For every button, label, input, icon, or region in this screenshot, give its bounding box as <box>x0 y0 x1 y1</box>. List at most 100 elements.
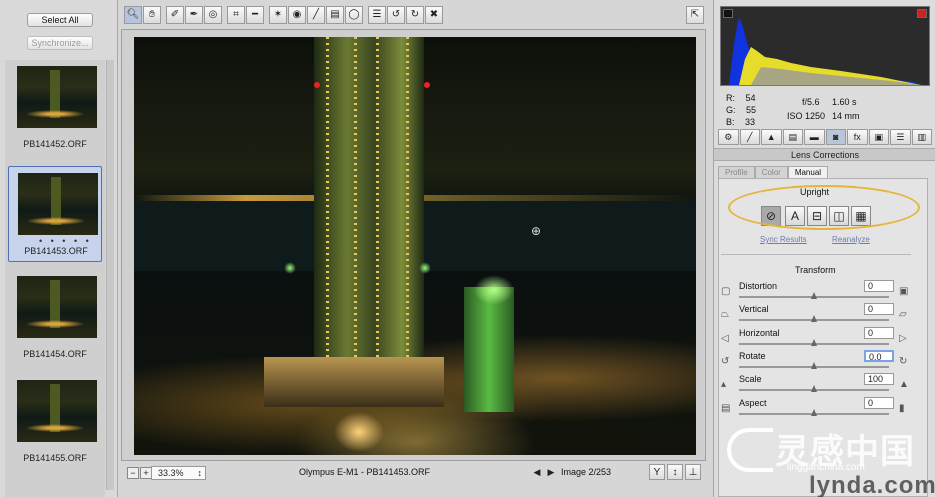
tab-snapshots-icon[interactable]: ▥ <box>911 129 932 145</box>
radial-filter-icon[interactable]: ◯ <box>345 6 363 24</box>
thumbnail-filename: PB141452.ORF <box>23 139 87 149</box>
aperture-value: f/5.6 <box>802 97 820 107</box>
watermark-logo-icon <box>727 428 773 472</box>
zoom-out-button[interactable]: − <box>127 467 139 479</box>
next-image-icon[interactable]: ▶ <box>545 467 557 479</box>
zoom-level-select[interactable]: 33.3% ↕ <box>151 466 206 480</box>
filmstrip-scrollbar[interactable] <box>106 60 114 490</box>
tab-hsl-icon[interactable]: ▤ <box>782 129 803 145</box>
tab-detail-icon[interactable]: ▲ <box>761 129 782 145</box>
filmstrip-item[interactable]: PB141454.ORF <box>8 270 102 366</box>
tab-presets-icon[interactable]: ☰ <box>890 129 911 145</box>
slider-label: Horizontal <box>739 328 780 338</box>
graduated-filter-icon[interactable]: ▤ <box>326 6 344 24</box>
filmstrip-list[interactable]: PB141452.ORF • • • • • PB141453.ORF PB14… <box>5 60 105 497</box>
slider-value-input[interactable]: 0 <box>864 397 894 409</box>
image-preview-area[interactable]: ⊕ <box>121 29 706 461</box>
slider-label: Aspect <box>739 398 767 408</box>
subtab-profile[interactable]: Profile <box>718 166 755 178</box>
camera-raw-window: Select All Synchronize... PB141452.ORF •… <box>0 0 935 497</box>
aspect-left-icon: ▤ <box>721 403 731 414</box>
slider-vertical[interactable]: ⏢ Vertical 0 ⏥ <box>721 303 914 328</box>
highlight-clipping-toggle[interactable] <box>917 9 927 18</box>
thumbnail-image <box>17 276 97 338</box>
thumbnail-filename: PB141453.ORF <box>24 246 88 256</box>
filmstrip-panel: Select All Synchronize... PB141452.ORF •… <box>0 0 118 497</box>
fullscreen-icon[interactable]: ⇱ <box>686 6 704 24</box>
rating-dots[interactable]: • • • • • <box>39 236 92 246</box>
slider-value-input[interactable]: 0.0 <box>864 350 894 362</box>
tab-camera-calibration-icon[interactable]: ▣ <box>868 129 889 145</box>
lens-subtabs: Profile Color Manual <box>718 166 829 178</box>
tab-split-toning-icon[interactable]: ▬ <box>804 129 825 145</box>
slider-value-input[interactable]: 100 <box>864 373 894 385</box>
slider-rotate[interactable]: ↺ Rotate 0.0 ↻ <box>721 350 914 375</box>
iso-value: ISO 1250 <box>787 111 826 121</box>
tab-lens-corrections-icon[interactable]: ◙ <box>825 129 846 145</box>
photo-preview[interactable]: ⊕ <box>134 37 696 455</box>
select-all-button[interactable]: Select All <box>27 13 93 27</box>
adjustments-panel: R: 54 G: 55 B: 33 f/5.6 1.60 s ISO 1250 … <box>713 0 935 497</box>
adjustment-brush-icon[interactable]: ╱ <box>307 6 325 24</box>
target-adjust-icon[interactable]: ◎ <box>204 6 222 24</box>
filter-icon[interactable]: Y <box>649 464 665 480</box>
horizontal-left-icon: ◁ <box>721 333 729 344</box>
aspect-right-icon: ▮ <box>899 403 905 414</box>
status-bar: − + 33.3% ↕ Olympus E-M1 - PB141453.ORF ◀… <box>121 463 706 483</box>
reanalyze-link[interactable]: Reanalyze <box>832 235 870 244</box>
thumbnail-filename: PB141455.ORF <box>23 453 87 463</box>
thumbnail-image <box>17 66 97 128</box>
sync-results-link[interactable]: Sync Results <box>760 235 807 244</box>
slider-label: Scale <box>739 374 762 384</box>
filmstrip-item-selected[interactable]: • • • • • PB141453.ORF <box>8 166 102 262</box>
color-sampler-icon[interactable]: ✒ <box>185 6 203 24</box>
tab-tone-curve-icon[interactable]: ╱ <box>739 129 760 145</box>
previous-image-icon[interactable]: ◀ <box>531 467 543 479</box>
rotate-right-icon: ↻ <box>899 356 908 367</box>
shadow-clipping-toggle[interactable] <box>723 9 733 18</box>
rotate-right-icon[interactable]: ↻ <box>406 6 424 24</box>
highlight-annotation <box>728 185 920 230</box>
image-counter: Image 2/253 <box>561 467 612 477</box>
slider-value-input[interactable]: 0 <box>864 327 894 339</box>
panel-title: Lens Corrections <box>714 148 935 161</box>
subtab-manual[interactable]: Manual <box>787 166 829 178</box>
scale-left-icon: ▴ <box>721 379 727 390</box>
trash-icon[interactable]: ✖ <box>425 6 443 24</box>
preferences-icon[interactable]: ☰ <box>368 6 386 24</box>
watermark-brand: lynda.com <box>809 472 935 497</box>
histogram <box>720 6 930 86</box>
hand-icon[interactable]: ✋︎ <box>143 6 161 24</box>
tower-building <box>314 37 424 357</box>
white-balance-icon[interactable]: ✐ <box>166 6 184 24</box>
thumbnail-image <box>17 380 97 442</box>
crop-icon[interactable]: ⌗ <box>227 6 245 24</box>
before-after-icon[interactable]: ⊥ <box>685 464 701 480</box>
filmstrip-item[interactable]: PB141452.ORF <box>8 60 102 156</box>
zoom-value: 33.3% <box>158 468 184 478</box>
filmstrip-item[interactable]: PB141455.ORF <box>8 374 102 470</box>
slider-aspect[interactable]: ▤ Aspect 0 ▮ <box>721 397 914 422</box>
shutter-value: 1.60 s <box>832 97 857 107</box>
red-eye-icon[interactable]: ◉ <box>288 6 306 24</box>
tab-basic-icon[interactable]: ⚙ <box>718 129 739 145</box>
vertical-left-icon: ⏢ <box>721 309 729 320</box>
slider-value-input[interactable]: 0 <box>864 303 894 315</box>
slider-horizontal[interactable]: ◁ Horizontal 0 ▷ <box>721 327 914 352</box>
zoom-icon[interactable]: 🔍︎ <box>124 6 142 24</box>
slider-scale[interactable]: ▴ Scale 100 ▲ <box>721 373 914 398</box>
rotate-left-icon: ↺ <box>721 356 730 367</box>
spot-removal-icon[interactable]: ✶ <box>269 6 287 24</box>
rgb-readout: R: 54 G: 55 B: 33 <box>726 93 757 127</box>
histogram-graph <box>729 17 921 85</box>
slider-value-input[interactable]: 0 <box>864 280 894 292</box>
straighten-icon[interactable]: ━ <box>246 6 264 24</box>
synchronize-button[interactable]: Synchronize... <box>27 36 93 50</box>
rotate-left-icon[interactable]: ↺ <box>387 6 405 24</box>
subtab-color[interactable]: Color <box>754 166 788 178</box>
toggle-mark-icon[interactable]: ↕ <box>667 464 683 480</box>
slider-label: Distortion <box>739 281 778 291</box>
thumbnail-filename: PB141454.ORF <box>23 349 87 359</box>
tab-effects-icon[interactable]: fx <box>847 129 868 145</box>
slider-distortion[interactable]: ▢ Distortion 0 ▣ <box>721 280 914 305</box>
